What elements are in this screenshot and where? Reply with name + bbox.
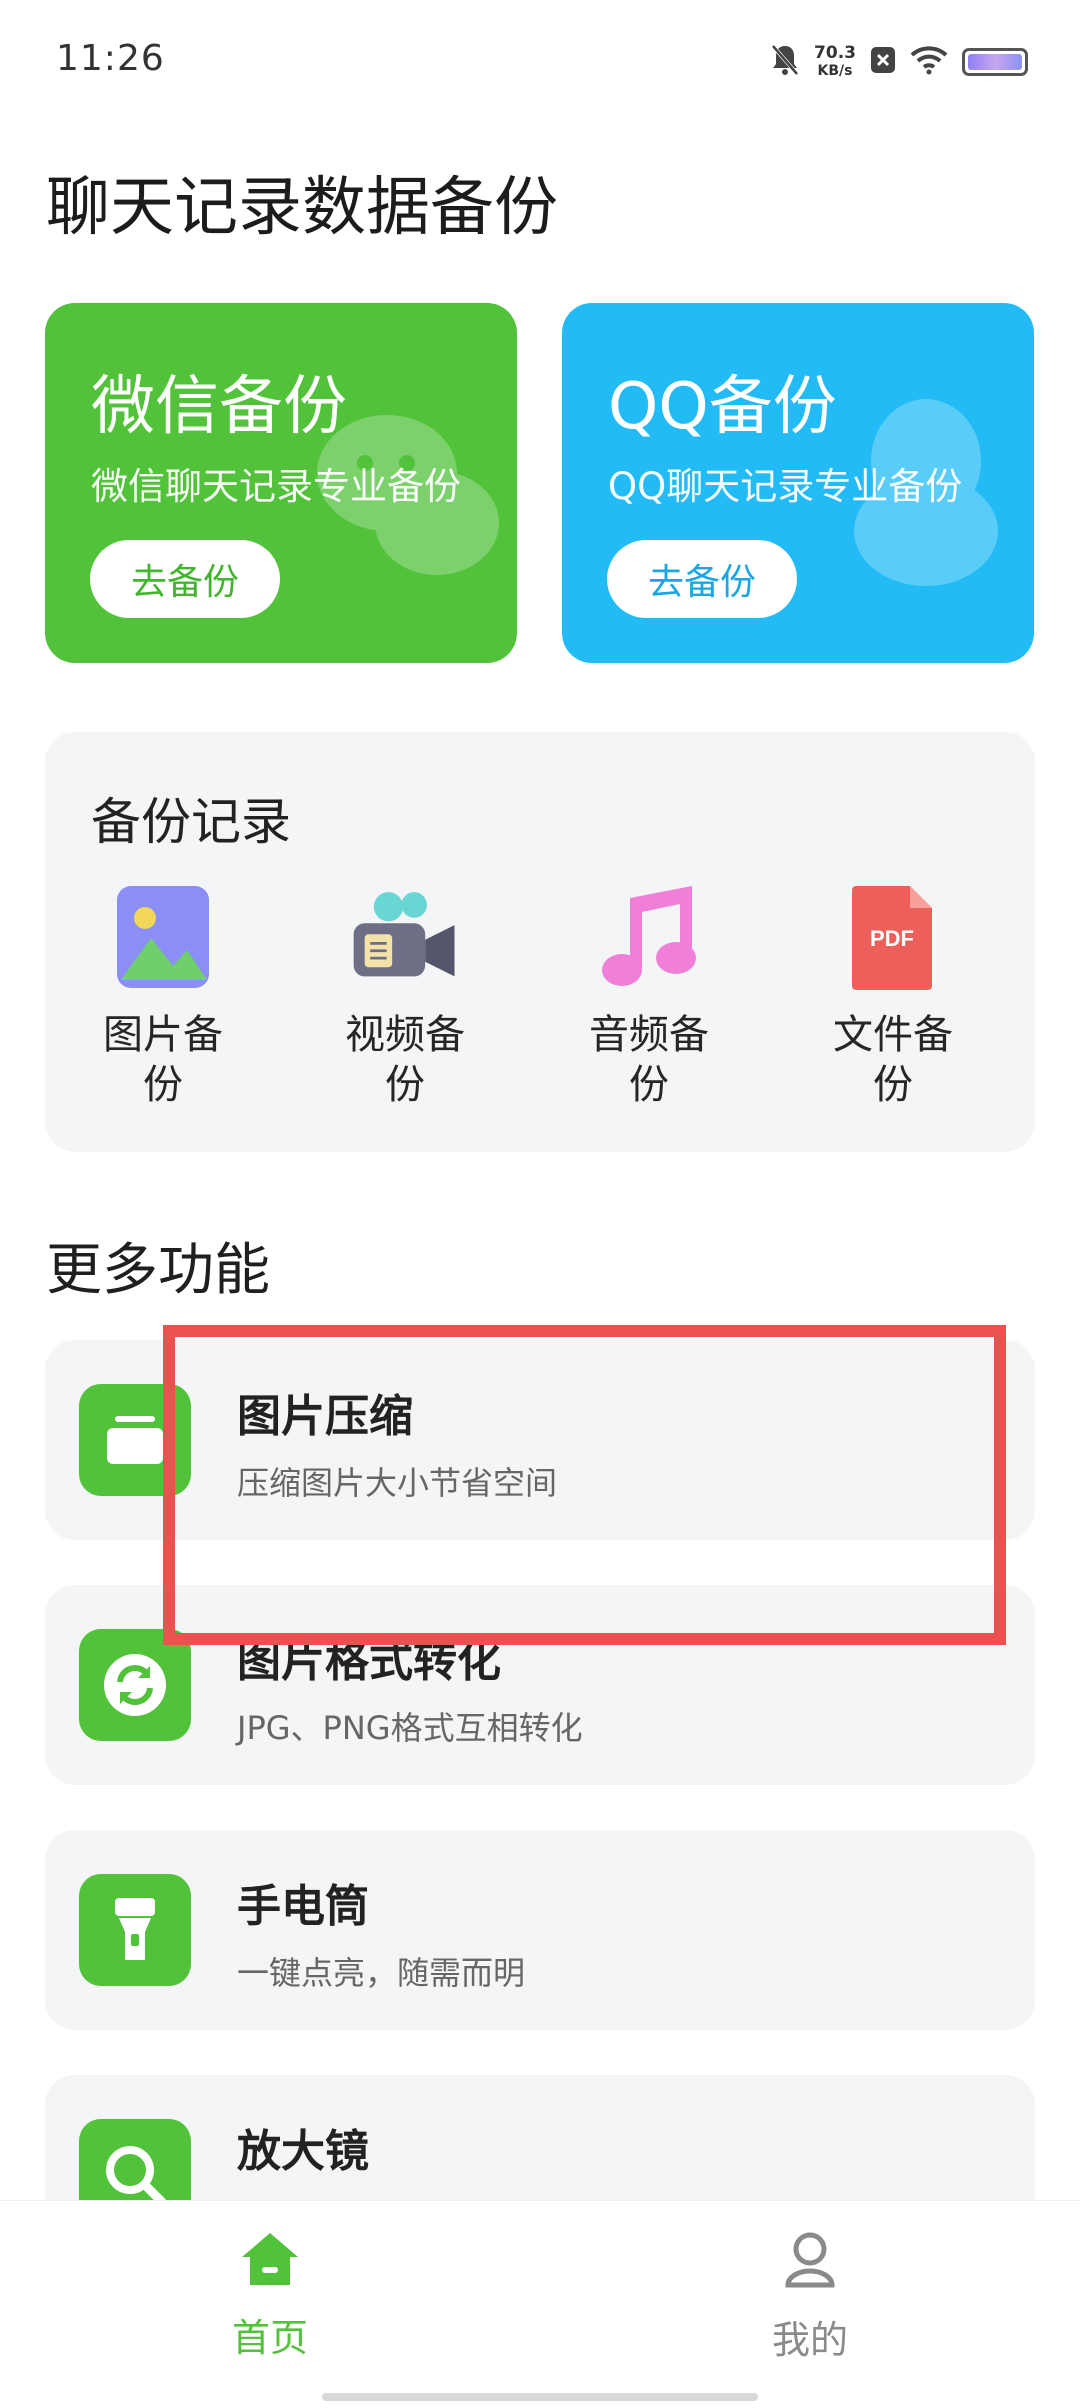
feature-title: 手电筒 [237,1881,369,1932]
feature-subtitle: 压缩图片大小节省空间 [237,1464,558,1502]
x-box-icon [870,46,896,78]
backup-records-title: 备份记录 [91,793,291,851]
net-speed-value: 70.3 [814,43,856,63]
status-bar: 11:26 70.3 KB/s [0,0,1080,120]
feature-image-format-convert[interactable]: 图片格式转化 JPG、PNG格式互相转化 [45,1585,1035,1785]
feature-title: 图片格式转化 [237,1636,501,1687]
wechat-go-backup-button[interactable]: 去备份 [90,540,280,618]
feature-subtitle: JPG、PNG格式互相转化 [237,1709,583,1747]
compress-icon [79,1384,191,1496]
feature-subtitle: 一键点亮，随需而明 [237,1954,526,1992]
file-backup-item[interactable]: PDF 文件备份 [803,882,983,1110]
video-camera-icon [350,882,460,992]
wechat-backup-card[interactable]: 微信备份 微信聊天记录专业备份 去备份 [45,303,517,663]
net-speed: 70.3 KB/s [814,44,856,80]
bell-muted-icon [770,43,800,81]
refresh-icon [79,1629,191,1741]
feature-flashlight[interactable]: 手电筒 一键点亮，随需而明 [45,1830,1035,2030]
nav-home-label: 首页 [231,2316,308,2360]
file-backup-label: 文件备份 [833,1012,953,1108]
qq-backup-title: QQ备份 [608,370,837,444]
image-backup-item[interactable]: 图片备份 [73,882,253,1110]
wechat-backup-title: 微信备份 [91,370,347,444]
nav-mine-label: 我的 [771,2318,848,2362]
bottom-nav: 首页 我的 [0,2200,1080,2408]
nav-mine[interactable]: 我的 [710,2231,910,2364]
audio-backup-item[interactable]: 音频备份 [559,882,739,1110]
pdf-badge-text: PDF [870,926,914,951]
video-backup-item[interactable]: 视频备份 [315,882,495,1110]
qq-go-backup-button[interactable]: 去备份 [607,540,797,618]
battery-icon [962,48,1028,76]
music-note-icon [594,882,704,992]
status-icons: 70.3 KB/s [770,40,1028,84]
feature-image-compress[interactable]: 图片压缩 压缩图片大小节省空间 [45,1340,1035,1540]
user-icon [782,2231,838,2293]
home-indicator [322,2393,758,2401]
pdf-file-icon: PDF [838,882,948,992]
nav-home[interactable]: 首页 [170,2231,370,2362]
wechat-backup-subtitle: 微信聊天记录专业备份 [91,465,461,508]
feature-title: 图片压缩 [237,1391,413,1442]
more-features-title: 更多功能 [46,1238,270,1303]
video-backup-label: 视频备份 [345,1012,465,1108]
qq-backup-subtitle: QQ聊天记录专业备份 [608,465,963,508]
qq-backup-card[interactable]: QQ备份 QQ聊天记录专业备份 去备份 [562,303,1034,663]
audio-backup-label: 音频备份 [589,1012,709,1108]
image-backup-label: 图片备份 [103,1012,223,1108]
home-icon [240,2231,300,2291]
image-icon [108,882,218,992]
wifi-icon [910,45,948,79]
net-speed-unit: KB/s [817,63,853,79]
page-title: 聊天记录数据备份 [46,171,558,245]
feature-title: 放大镜 [237,2126,369,2177]
backup-records-panel: 备份记录 图片备份 视频备份 音频备份 PDF 文件备份 [45,732,1035,1152]
status-time: 11:26 [56,38,165,79]
flashlight-icon [79,1874,191,1986]
